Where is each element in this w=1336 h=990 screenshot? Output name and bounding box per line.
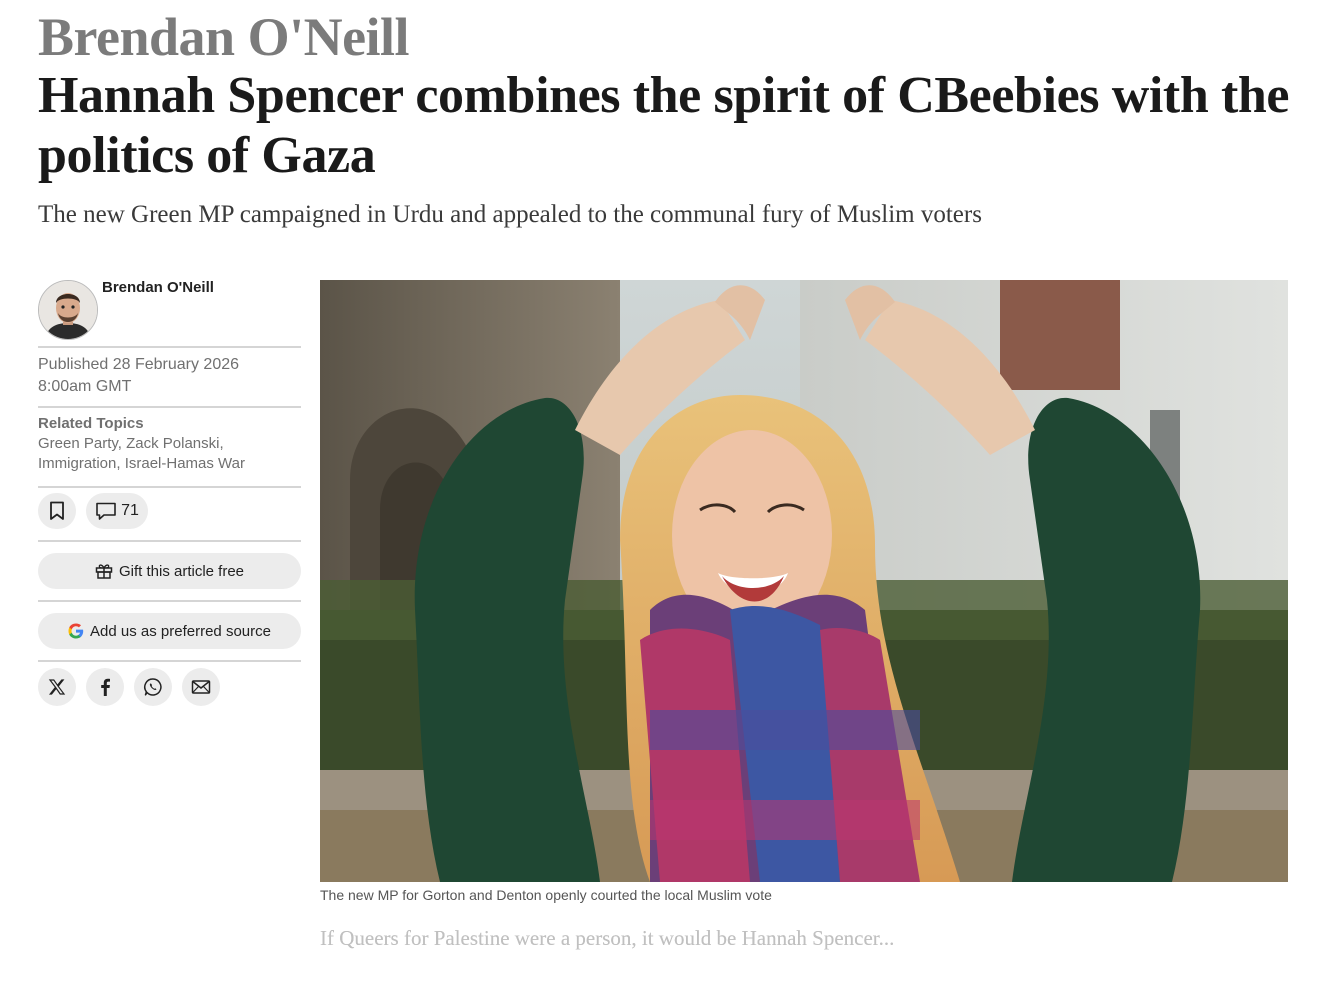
share-x-button[interactable] xyxy=(38,668,76,706)
article-photo xyxy=(320,280,1288,882)
bookmark-icon xyxy=(50,501,64,520)
comment-icon xyxy=(96,502,116,520)
bookmark-button[interactable] xyxy=(38,493,76,529)
publish-time: 8:00am GMT xyxy=(38,378,132,395)
article-headline: Hannah Spencer combines the spirit of CB… xyxy=(38,67,1290,184)
article-page: Brendan O'Neill Hannah Spencer combines … xyxy=(0,0,1336,990)
columnist-kicker[interactable]: Brendan O'Neill xyxy=(38,6,410,68)
gift-article-button[interactable]: Gift this article free xyxy=(38,553,301,589)
author-block: Brendan O'Neill xyxy=(38,278,301,346)
gift-article-label: Gift this article free xyxy=(118,562,245,580)
comment-count: 71 xyxy=(121,502,139,519)
related-topics-links[interactable]: Green Party, Zack Polanski, Immigration,… xyxy=(38,434,301,474)
author-name-link[interactable]: Brendan O'Neill xyxy=(102,279,214,296)
article-standfirst: The new Green MP campaigned in Urdu and … xyxy=(38,201,982,228)
publish-info: Published 28 February 2026 8:00am GMT xyxy=(38,348,301,406)
gift-icon xyxy=(95,564,113,579)
divider xyxy=(38,600,301,602)
x-icon xyxy=(48,679,66,695)
share-buttons xyxy=(38,662,301,706)
article-actions: 71 xyxy=(38,488,301,540)
divider xyxy=(38,540,301,542)
image-caption: The new MP for Gorton and Denton openly … xyxy=(320,887,772,903)
related-topics: Related Topics Green Party, Zack Polansk… xyxy=(38,408,301,486)
facebook-icon xyxy=(101,678,110,696)
article-sidebar: Brendan O'Neill Published 28 February 20… xyxy=(38,278,301,706)
share-facebook-button[interactable] xyxy=(86,668,124,706)
share-email-button[interactable] xyxy=(182,668,220,706)
publish-date: Published 28 February 2026 xyxy=(38,356,240,373)
email-icon xyxy=(191,680,211,694)
share-whatsapp-button[interactable] xyxy=(134,668,172,706)
author-avatar[interactable] xyxy=(38,280,98,340)
whatsapp-icon xyxy=(144,678,162,696)
related-topics-title: Related Topics xyxy=(38,415,144,432)
preferred-source-button[interactable]: Add us as preferred source xyxy=(38,613,301,649)
preferred-source-label: Add us as preferred source xyxy=(90,622,271,640)
author-portrait-icon xyxy=(39,281,97,339)
hero-image[interactable] xyxy=(320,280,1288,882)
google-g-icon xyxy=(68,623,84,639)
comments-button[interactable]: 71 xyxy=(86,493,148,529)
article-teaser: If Queers for Palestine were a person, i… xyxy=(320,926,895,950)
